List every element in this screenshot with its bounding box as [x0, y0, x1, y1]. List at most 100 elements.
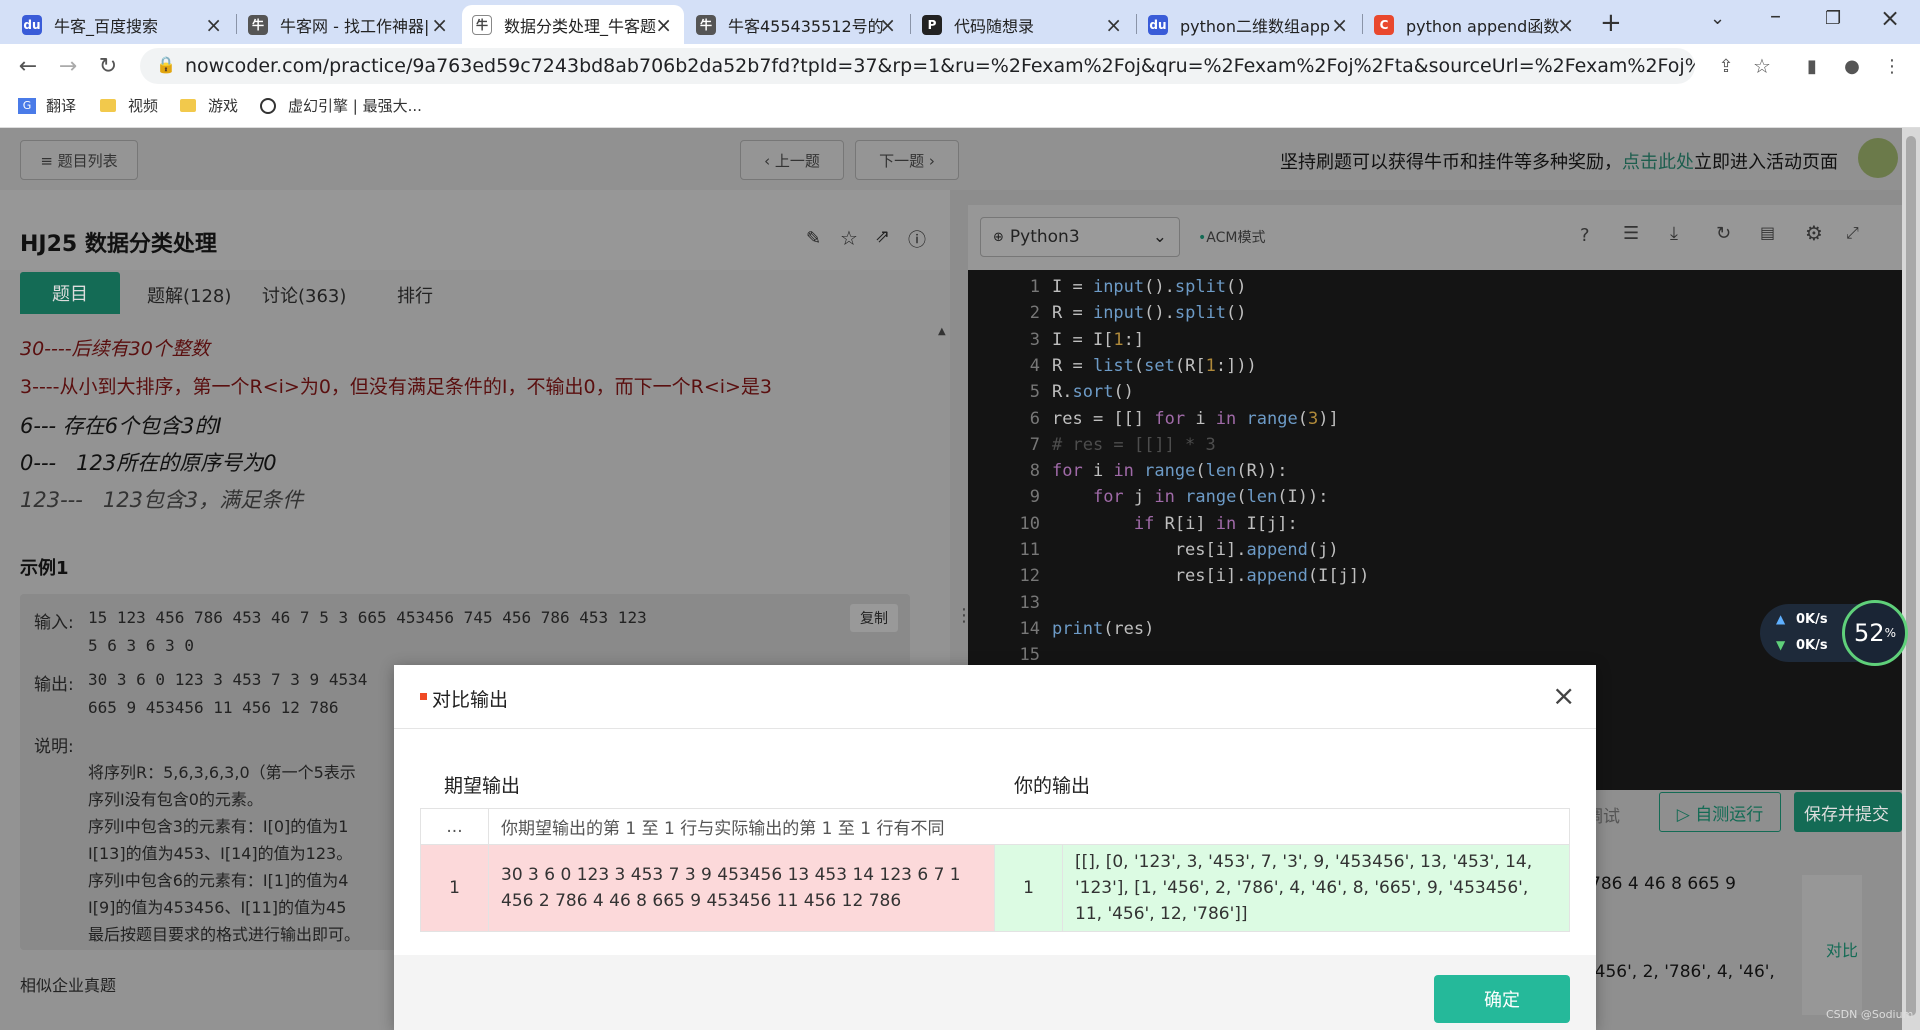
new-tab-icon[interactable]: +	[1600, 8, 1622, 38]
info-icon[interactable]: ⓘ	[908, 226, 926, 252]
code-line[interactable]: 2 R = input().split()	[968, 303, 1247, 323]
compare-button[interactable]: 对比	[1826, 937, 1858, 961]
diff-message: 你期望输出的第 1 至 1 行与实际输出的第 1 至 1 行有不同	[488, 808, 1570, 845]
folder-icon	[100, 99, 116, 112]
help-icon[interactable]: ?	[1580, 225, 1590, 246]
browser-tab-active[interactable]: 牛 数据分类处理_牛客题 ×	[462, 5, 684, 44]
minimize-icon[interactable]: –	[1770, 4, 1781, 29]
next-problem-button[interactable]: 下一题 ›	[855, 140, 959, 180]
expected-line-number: 1	[420, 844, 489, 932]
problem-list-button[interactable]: ≡ 题目列表	[20, 140, 138, 180]
window-close-icon[interactable]: ×	[1880, 4, 1900, 32]
prev-problem-button[interactable]: ‹ 上一题	[740, 140, 844, 180]
chevron-down-icon[interactable]: ⌄	[1710, 8, 1725, 29]
diff-table: ... 你期望输出的第 1 至 1 行与实际输出的第 1 至 1 行有不同 1 …	[420, 808, 1570, 932]
code-line[interactable]: 13	[968, 593, 1052, 613]
code-line[interactable]: 5 R.sort()	[968, 382, 1134, 402]
memory-gauge[interactable]: 52%	[1842, 600, 1908, 666]
close-icon[interactable]: ×	[1552, 679, 1575, 712]
example-title: 示例1	[20, 558, 69, 579]
code-line[interactable]: 9 for j in range(len(I)):	[968, 487, 1329, 507]
code-line[interactable]: 4 R = list(set(R[1:]))	[968, 356, 1257, 376]
scroll-up-icon[interactable]: ▲	[938, 326, 946, 338]
code-line[interactable]: 14 print(res)	[968, 619, 1155, 639]
code-line[interactable]: 10 if R[i] in I[j]:	[968, 514, 1298, 534]
tab-solutions[interactable]: 题解(128)	[147, 282, 231, 308]
url-input[interactable]: 🔒 nowcoder.com/practice/9a763ed59c7243bd…	[140, 48, 1695, 84]
close-icon[interactable]: ×	[1105, 13, 1122, 37]
submit-button[interactable]: 保存并提交	[1794, 792, 1902, 832]
code-line[interactable]: 3 I = I[1:]	[968, 330, 1144, 350]
close-icon[interactable]: ×	[1331, 13, 1348, 37]
tab-problem[interactable]: 题目	[20, 272, 120, 314]
reload-icon[interactable]: ↻	[92, 50, 124, 82]
browser-tab[interactable]: C python append函数 ×	[1364, 5, 1586, 44]
browser-tab[interactable]: 牛 牛客网 - 找工作神器| ×	[238, 5, 460, 44]
download-speed: 0K/s	[1796, 638, 1828, 653]
forward-icon[interactable]: →	[52, 50, 84, 82]
code-line[interactable]: 1 I = input().split()	[968, 277, 1247, 297]
reset-icon[interactable]: ↻	[1716, 223, 1731, 244]
share-icon[interactable]: ⇗	[875, 226, 890, 247]
list-icon[interactable]: ☰	[1623, 223, 1639, 244]
code-line[interactable]: 7 # res = [[]] * 3	[968, 435, 1216, 455]
share-icon[interactable]: ⇪	[1710, 50, 1742, 82]
upload-speed: 0K/s	[1796, 612, 1828, 627]
avatar[interactable]	[1858, 138, 1898, 178]
code-line[interactable]: 6 res = [[] for i in range(3)]	[968, 409, 1339, 429]
close-icon[interactable]: ×	[655, 13, 672, 37]
menu-icon[interactable]: ⋮	[1876, 50, 1908, 82]
profile-icon[interactable]: ●	[1836, 50, 1868, 82]
browser-tab[interactable]: 牛 牛客455435512号的 ×	[686, 5, 908, 44]
scrollbar-thumb[interactable]	[1906, 136, 1916, 1016]
browser-tab[interactable]: du python二维数组app ×	[1138, 5, 1360, 44]
close-icon[interactable]: ×	[431, 13, 448, 37]
browser-tab[interactable]: du 牛客_百度搜索 ×	[12, 5, 234, 44]
close-icon[interactable]: ×	[879, 13, 896, 37]
yours-header: 你的输出	[1014, 775, 1091, 797]
line-number: 8	[1029, 461, 1040, 482]
line-number: 7	[1029, 434, 1040, 455]
browser-tab[interactable]: P 代码随想录 ×	[912, 5, 1134, 44]
output-label: 输出:	[34, 675, 74, 695]
network-widget: ▲ 0K/s ▼ 0K/s 52%	[1760, 600, 1910, 666]
settings-icon[interactable]: ⚙	[1805, 221, 1823, 245]
diff-info-row: ... 你期望输出的第 1 至 1 行与实际输出的第 1 至 1 行有不同	[420, 808, 1570, 845]
page-scrollbar[interactable]	[1902, 128, 1920, 1030]
star-icon[interactable]: ☆	[1746, 50, 1778, 82]
close-icon[interactable]: ×	[205, 13, 222, 37]
tab-discussion[interactable]: 讨论(363)	[262, 282, 346, 308]
code-line[interactable]: 11 res[i].append(j)	[968, 540, 1339, 560]
bookmark-folder-games[interactable]: 游戏	[180, 95, 238, 116]
promo-link[interactable]: 点击此处	[1622, 152, 1694, 173]
promo-text: 坚持刷题可以获得牛币和挂件等多种奖励，点击此处立即进入活动页面	[1280, 152, 1838, 173]
fullscreen-icon[interactable]: ⤢	[1846, 223, 1859, 243]
download-icon[interactable]: ⤓	[1670, 223, 1678, 244]
language-select[interactable]: ⊕ Python3 ⌄	[980, 217, 1180, 257]
line-number: 2	[1029, 303, 1040, 324]
your-line-number: 1	[994, 844, 1063, 932]
star-icon[interactable]: ☆	[840, 226, 858, 250]
self-test-button[interactable]: ▷ 自测运行	[1659, 792, 1781, 832]
code-line[interactable]: 15	[968, 645, 1052, 665]
watermark: CSDN @Sodium	[1826, 1008, 1914, 1021]
bookmark-unreal[interactable]: 虚幻引擎 | 最强大...	[260, 95, 422, 116]
close-icon[interactable]: ×	[1557, 13, 1574, 37]
keyboard-icon[interactable]: ▤	[1760, 223, 1775, 242]
tab-ranking[interactable]: 排行	[397, 282, 433, 308]
code-text: I = I[1:]	[1052, 329, 1145, 350]
dialog-title: 对比输出	[432, 689, 509, 711]
sidepanel-icon[interactable]: ▮	[1796, 50, 1828, 82]
code-line[interactable]: 12 res[i].append(I[j])	[968, 566, 1370, 586]
code-line[interactable]: 8 for i in range(len(R)):	[968, 461, 1288, 481]
edit-icon[interactable]: ✎	[806, 228, 821, 249]
back-icon[interactable]: ←	[12, 50, 44, 82]
desc-line: 0--- 123所在的原序号为0	[20, 451, 277, 475]
bookmark-folder-video[interactable]: 视频	[100, 95, 158, 116]
bookmarks-bar: G 翻译 视频 游戏 虚幻引擎 | 最强大...	[0, 87, 1920, 128]
compare-output-dialog: 对比输出 × 期望输出 你的输出 ... 你期望输出的第 1 至 1 行与实际输…	[394, 665, 1596, 1030]
confirm-button[interactable]: 确定	[1434, 975, 1570, 1023]
copy-button[interactable]: 复制	[850, 604, 898, 632]
bookmark-translate[interactable]: G 翻译	[18, 95, 76, 116]
restore-icon[interactable]: ❐	[1825, 8, 1841, 29]
